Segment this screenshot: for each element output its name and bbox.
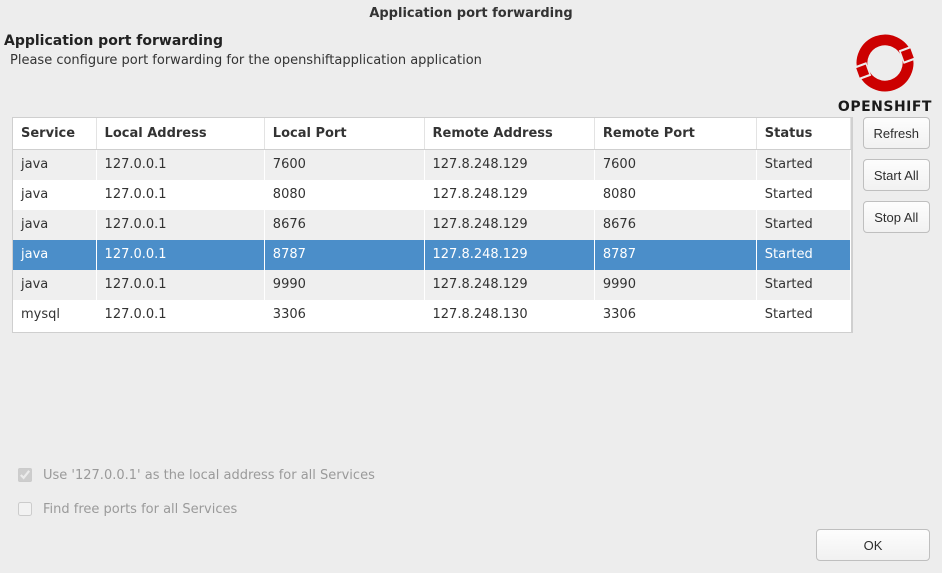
cell-status: Started bbox=[756, 150, 850, 180]
table-row[interactable]: java127.0.0.19990127.8.248.1299990Starte… bbox=[13, 270, 850, 300]
dialog-title: Application port forwarding bbox=[0, 0, 942, 25]
body-area: Service Local Address Local Port Remote … bbox=[0, 117, 942, 451]
side-button-bar: Refresh Start All Stop All bbox=[863, 117, 931, 451]
col-header-local-address[interactable]: Local Address bbox=[96, 118, 264, 150]
cell-remote-port: 8676 bbox=[594, 210, 756, 240]
openshift-logo-text: OPENSHIFT bbox=[838, 99, 932, 115]
cell-remote-address: 127.8.248.130 bbox=[424, 300, 594, 330]
start-all-button[interactable]: Start All bbox=[863, 159, 931, 191]
use-local-address-option: Use '127.0.0.1' as the local address for… bbox=[14, 465, 928, 485]
cell-service: java bbox=[13, 240, 96, 270]
cell-local-port: 3306 bbox=[264, 300, 424, 330]
cell-status: Started bbox=[756, 180, 850, 210]
cell-remote-port: 7600 bbox=[594, 150, 756, 180]
cell-remote-port: 8787 bbox=[594, 240, 756, 270]
cell-local-port: 8787 bbox=[264, 240, 424, 270]
cell-remote-address: 127.8.248.129 bbox=[424, 210, 594, 240]
ok-button[interactable]: OK bbox=[816, 529, 930, 561]
cell-local-address: 127.0.0.1 bbox=[96, 300, 264, 330]
forwarding-table-wrap: Service Local Address Local Port Remote … bbox=[13, 118, 851, 332]
cell-service: mysql bbox=[13, 300, 96, 330]
cell-remote-address: 127.8.248.129 bbox=[424, 270, 594, 300]
table-body: java127.0.0.17600127.8.248.1297600Starte… bbox=[13, 150, 850, 330]
forwarding-table-pane: Service Local Address Local Port Remote … bbox=[12, 117, 853, 333]
cell-status: Started bbox=[756, 300, 850, 330]
cell-remote-port: 8080 bbox=[594, 180, 756, 210]
cell-local-port: 7600 bbox=[264, 150, 424, 180]
cell-remote-port: 3306 bbox=[594, 300, 756, 330]
section-heading: Application port forwarding bbox=[4, 33, 930, 49]
table-header-row: Service Local Address Local Port Remote … bbox=[13, 118, 850, 150]
openshift-logo: OPENSHIFT bbox=[838, 27, 932, 115]
table-row[interactable]: mysql127.0.0.13306127.8.248.1303306Start… bbox=[13, 300, 850, 330]
cell-local-port: 8676 bbox=[264, 210, 424, 240]
find-free-ports-checkbox[interactable] bbox=[18, 502, 32, 516]
col-header-local-port[interactable]: Local Port bbox=[264, 118, 424, 150]
cell-remote-port: 9990 bbox=[594, 270, 756, 300]
cell-local-port: 8080 bbox=[264, 180, 424, 210]
find-free-ports-option: Find free ports for all Services bbox=[14, 499, 928, 519]
port-forwarding-dialog: Application port forwarding Application … bbox=[0, 0, 942, 573]
options-area: Use '127.0.0.1' as the local address for… bbox=[0, 451, 942, 519]
refresh-button[interactable]: Refresh bbox=[863, 117, 931, 149]
col-header-service[interactable]: Service bbox=[13, 118, 96, 150]
table-row[interactable]: java127.0.0.18787127.8.248.1298787Starte… bbox=[13, 240, 850, 270]
cell-service: java bbox=[13, 180, 96, 210]
col-header-status[interactable]: Status bbox=[756, 118, 850, 150]
find-free-ports-label: Find free ports for all Services bbox=[43, 502, 237, 517]
table-row[interactable]: java127.0.0.18080127.8.248.1298080Starte… bbox=[13, 180, 850, 210]
cell-local-port: 9990 bbox=[264, 270, 424, 300]
cell-remote-address: 127.8.248.129 bbox=[424, 240, 594, 270]
table-scrollbar[interactable] bbox=[851, 118, 852, 332]
cell-local-address: 127.0.0.1 bbox=[96, 240, 264, 270]
cell-status: Started bbox=[756, 210, 850, 240]
cell-remote-address: 127.8.248.129 bbox=[424, 150, 594, 180]
forwarding-table[interactable]: Service Local Address Local Port Remote … bbox=[13, 118, 851, 330]
use-local-address-label: Use '127.0.0.1' as the local address for… bbox=[43, 468, 375, 483]
cell-status: Started bbox=[756, 270, 850, 300]
cell-remote-address: 127.8.248.129 bbox=[424, 180, 594, 210]
cell-service: java bbox=[13, 210, 96, 240]
cell-status: Started bbox=[756, 240, 850, 270]
use-local-address-checkbox[interactable] bbox=[18, 468, 32, 482]
cell-service: java bbox=[13, 150, 96, 180]
header-area: Application port forwarding Please confi… bbox=[0, 25, 942, 117]
cell-service: java bbox=[13, 270, 96, 300]
stop-all-button[interactable]: Stop All bbox=[863, 201, 931, 233]
cell-local-address: 127.0.0.1 bbox=[96, 150, 264, 180]
section-description: Please configure port forwarding for the… bbox=[10, 53, 930, 68]
cell-local-address: 127.0.0.1 bbox=[96, 270, 264, 300]
table-row[interactable]: java127.0.0.17600127.8.248.1297600Starte… bbox=[13, 150, 850, 180]
table-row[interactable]: java127.0.0.18676127.8.248.1298676Starte… bbox=[13, 210, 850, 240]
cell-local-address: 127.0.0.1 bbox=[96, 210, 264, 240]
col-header-remote-port[interactable]: Remote Port bbox=[594, 118, 756, 150]
cell-local-address: 127.0.0.1 bbox=[96, 180, 264, 210]
dialog-footer: OK bbox=[0, 519, 942, 573]
openshift-icon bbox=[838, 27, 932, 99]
col-header-remote-address[interactable]: Remote Address bbox=[424, 118, 594, 150]
